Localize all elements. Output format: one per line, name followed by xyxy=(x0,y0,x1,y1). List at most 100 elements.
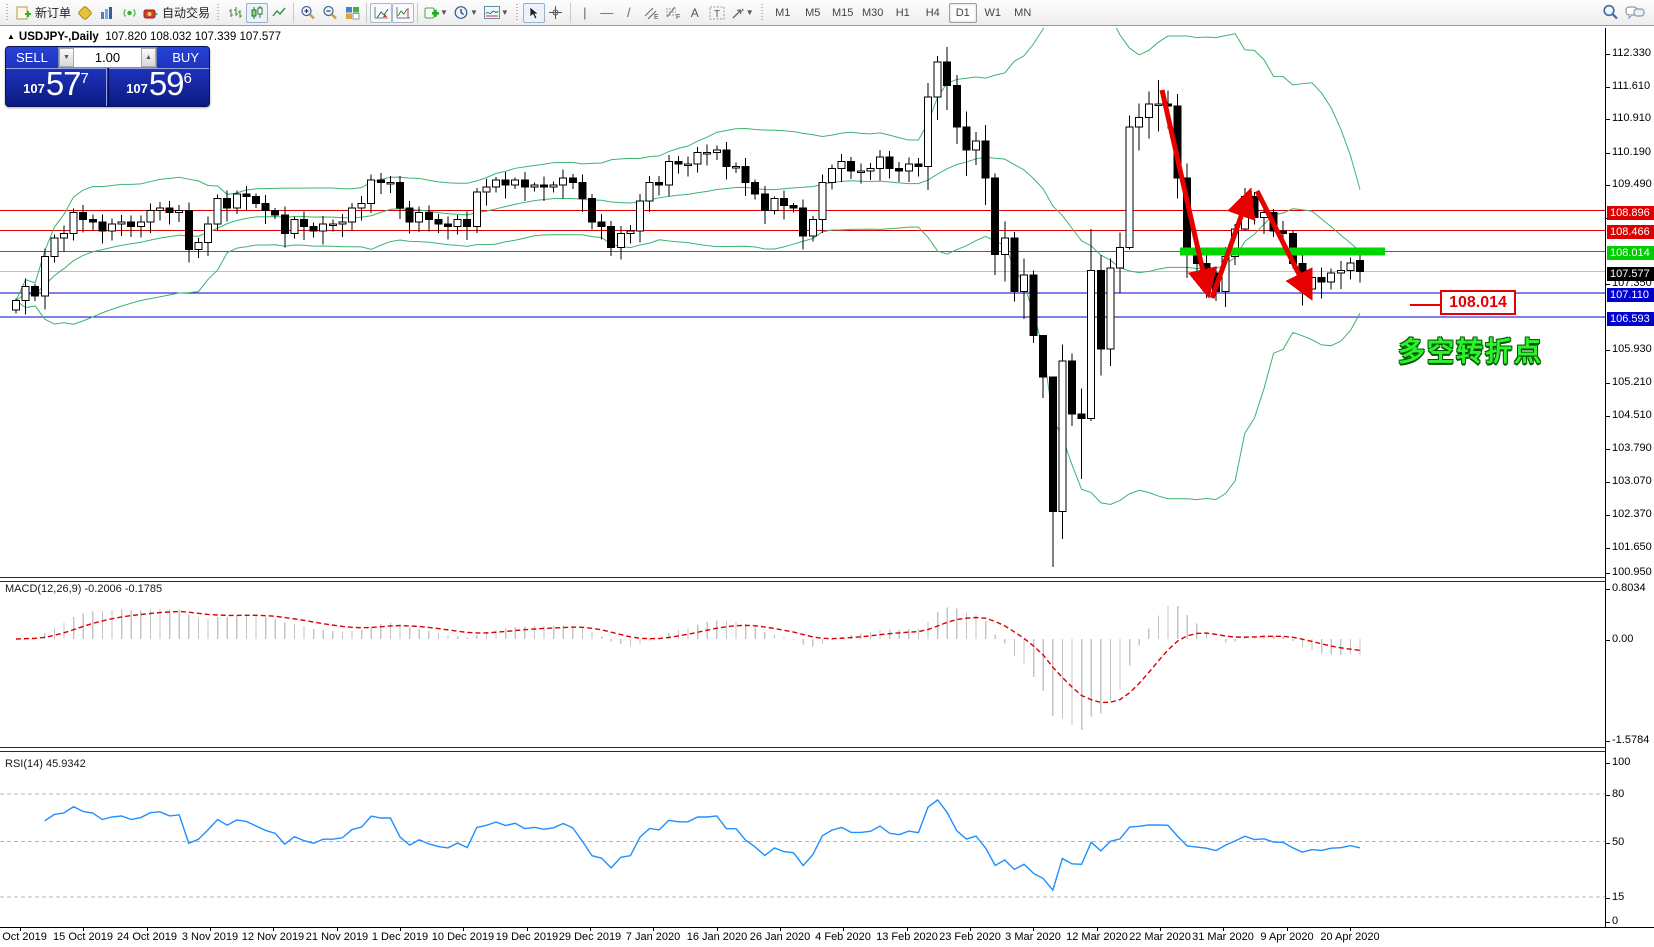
rsi-axis-label: 15 xyxy=(1612,891,1624,904)
date-axis-label: 20 Apr 2020 xyxy=(1310,931,1390,943)
trendline-tool-button[interactable]: / xyxy=(618,3,640,23)
price-level-badge: 108.896 xyxy=(1607,206,1654,220)
timeframe-button-m1[interactable]: M1 xyxy=(769,3,797,23)
price-axis-label: 105.210 xyxy=(1612,376,1652,389)
search-button[interactable] xyxy=(1599,2,1622,22)
zoom-out-button[interactable] xyxy=(319,3,341,23)
price-level-badge: 106.593 xyxy=(1607,312,1654,326)
candlestick-mode-button[interactable] xyxy=(246,3,268,23)
toolbar-group-timeframes: M1M5M15M30H1H4D1W1MN xyxy=(768,1,1038,25)
market-watch-button[interactable] xyxy=(74,3,96,23)
template-button[interactable]: ▼ xyxy=(481,3,512,23)
signals-button[interactable] xyxy=(118,3,140,23)
cursor-tool-button[interactable] xyxy=(523,3,545,23)
add-indicator-button[interactable]: ▼ xyxy=(421,3,451,23)
macd-pane-canvas[interactable] xyxy=(0,582,1605,746)
data-window-button[interactable] xyxy=(96,3,118,23)
price-chart-canvas[interactable] xyxy=(0,28,1605,577)
axis-tick xyxy=(1606,482,1610,483)
chat-button[interactable] xyxy=(1622,2,1648,22)
timeframe-button-m15[interactable]: M15 xyxy=(829,3,857,23)
timeframe-button-h4[interactable]: H4 xyxy=(919,3,947,23)
price-axis-label: 104.510 xyxy=(1612,409,1652,422)
macd-label: MACD(12,26,9) -0.2006 -0.1785 xyxy=(5,583,162,595)
volume-value[interactable]: 1.00 xyxy=(74,48,141,67)
buy-price-main: 59 xyxy=(149,65,184,102)
vline-tool-button[interactable]: | xyxy=(574,3,596,23)
zoom-in-button[interactable] xyxy=(297,3,319,23)
chart-shift-button[interactable] xyxy=(392,3,414,23)
chat-bubbles-icon xyxy=(1625,5,1645,20)
arrows-dropdown-arrow[interactable]: ▼ xyxy=(746,8,754,17)
toolbar-separator xyxy=(366,3,367,23)
data-window-icon xyxy=(100,6,114,20)
timeframe-button-h1[interactable]: H1 xyxy=(889,3,917,23)
text-tool-button[interactable]: A xyxy=(684,3,706,23)
axis-tick xyxy=(1606,640,1610,641)
hline-tool-button[interactable]: — xyxy=(596,3,618,23)
channel-tool-button[interactable]: E xyxy=(640,3,662,23)
zoom-out-icon xyxy=(322,5,338,20)
price-axis[interactable]: 112.330111.610110.910110.190109.490108.7… xyxy=(1606,28,1654,927)
equidistant-channel-icon: E xyxy=(643,6,659,20)
rsi-pane-canvas[interactable] xyxy=(0,752,1605,927)
support-price-callout[interactable]: 108.014 xyxy=(1440,290,1516,315)
period-dropdown-arrow[interactable]: ▼ xyxy=(470,8,478,17)
new-order-button[interactable]: 新订单 xyxy=(13,3,74,23)
volume-decrease-button[interactable]: ▼ xyxy=(59,48,74,67)
toolbar-group-indicators: ▼ ▼ ▼ xyxy=(421,1,512,25)
line-chart-mode-button[interactable] xyxy=(268,3,290,23)
toolbar-drag-handle[interactable] xyxy=(760,4,765,22)
axis-tick xyxy=(1606,449,1610,450)
callout-connector-line xyxy=(1410,304,1440,306)
axis-tick xyxy=(1606,898,1610,899)
axis-tick xyxy=(1606,763,1610,764)
auto-scroll-button[interactable] xyxy=(370,3,392,23)
arrows-tool-button[interactable]: ▼ xyxy=(728,3,757,23)
toolbar-drag-handle[interactable] xyxy=(515,4,520,22)
text-tool-icon: A xyxy=(691,7,699,19)
cn-annotation-text[interactable]: 多空转折点 xyxy=(1398,330,1543,369)
macd-axis-label: 0.00 xyxy=(1612,633,1633,646)
macd-axis-label: 0.8034 xyxy=(1612,582,1646,595)
rsi-axis-label: 50 xyxy=(1612,836,1624,849)
macd-values: -0.2006 -0.1785 xyxy=(84,583,162,595)
toolbar-drag-handle[interactable] xyxy=(5,4,10,22)
template-dropdown-arrow[interactable]: ▼ xyxy=(501,8,509,17)
timeframe-button-d1[interactable]: D1 xyxy=(949,3,977,23)
sell-price-sup: 7 xyxy=(81,70,89,87)
text-label-icon: T xyxy=(709,6,725,20)
add-indicator-dropdown-arrow[interactable]: ▼ xyxy=(440,8,448,17)
bar-chart-mode-icon xyxy=(228,6,242,20)
crosshair-icon xyxy=(548,5,563,20)
toolbar-drag-handle[interactable] xyxy=(216,4,221,22)
timeframe-button-mn[interactable]: MN xyxy=(1009,3,1037,23)
timeframe-button-m30[interactable]: M30 xyxy=(859,3,887,23)
price-axis-label: 112.330 xyxy=(1612,47,1651,60)
template-icon xyxy=(484,6,500,19)
fibonacci-tool-button[interactable]: F xyxy=(662,3,684,23)
rsi-label: RSI(14) 45.9342 xyxy=(5,758,86,770)
buy-price: 107596 xyxy=(109,65,209,103)
timeframe-button-w1[interactable]: W1 xyxy=(979,3,1007,23)
search-icon xyxy=(1602,4,1619,20)
chart-shift-icon xyxy=(396,6,411,20)
bar-chart-mode-button[interactable] xyxy=(224,3,246,23)
date-axis[interactable]: 6 Oct 201915 Oct 201924 Oct 20193 Nov 20… xyxy=(0,927,1654,947)
crosshair-tool-button[interactable] xyxy=(545,3,567,23)
rsi-name: RSI(14) xyxy=(5,758,43,770)
timeframe-button-m5[interactable]: M5 xyxy=(799,3,827,23)
vline-icon: | xyxy=(583,6,586,19)
price-level-badge: 107.110 xyxy=(1607,288,1654,302)
period-button[interactable]: ▼ xyxy=(451,3,481,23)
toolbar-group-zoom xyxy=(297,1,363,25)
tile-windows-button[interactable] xyxy=(341,3,363,23)
axis-tick xyxy=(1606,54,1610,55)
price-axis-label: 111.610 xyxy=(1612,80,1650,93)
label-tool-button[interactable]: T xyxy=(706,3,728,23)
rsi-axis-label: 80 xyxy=(1612,788,1624,801)
auto-trading-button[interactable]: 自动交易 xyxy=(140,3,213,23)
volume-increase-button[interactable]: ▲ xyxy=(141,48,156,67)
price-axis-label: 109.490 xyxy=(1612,178,1652,191)
candlestick-mode-icon xyxy=(250,6,264,20)
